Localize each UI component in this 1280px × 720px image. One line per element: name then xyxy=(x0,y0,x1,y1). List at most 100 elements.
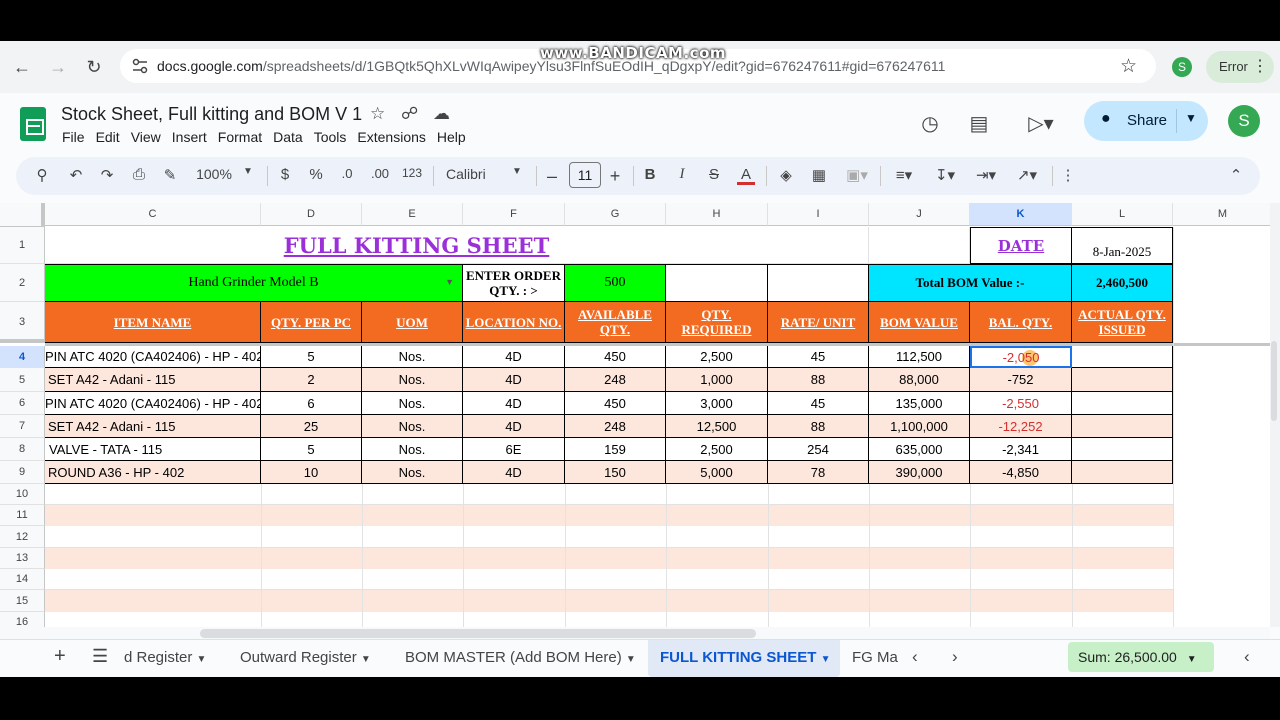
row-header[interactable]: 15 xyxy=(0,590,45,612)
qty-required-cell[interactable]: 3,000 xyxy=(666,392,768,415)
side-panel-toggle-icon[interactable]: ‹ xyxy=(1244,647,1250,667)
row-header[interactable]: 3 xyxy=(0,302,45,343)
item-name-cell[interactable]: SET A42 - Adani - 115 xyxy=(45,415,261,438)
row-header[interactable]: 7 xyxy=(0,415,45,438)
currency-format-button[interactable]: $ xyxy=(278,166,292,186)
date-value[interactable]: 8-Jan-2025 xyxy=(1072,227,1173,264)
share-caret-icon[interactable]: ▼ xyxy=(1185,111,1197,125)
cell[interactable] xyxy=(666,264,768,302)
header-bom-value[interactable]: BOM VALUE xyxy=(869,302,970,343)
search-menus-icon[interactable]: ⚲ xyxy=(32,166,52,186)
column-header[interactable]: C xyxy=(45,203,261,226)
date-label[interactable]: DATE xyxy=(970,227,1072,264)
menu-file[interactable]: File xyxy=(62,129,85,145)
available-qty-cell[interactable]: 150 xyxy=(565,461,666,484)
actual-qty-cell[interactable] xyxy=(1072,438,1173,461)
rate-cell[interactable]: 45 xyxy=(768,392,869,415)
italic-button[interactable]: I xyxy=(674,166,690,186)
bom-value-cell[interactable]: 1,100,000 xyxy=(869,415,970,438)
header-available-qty[interactable]: AVAILABLE QTY. xyxy=(565,302,666,343)
font-caret-icon[interactable]: ▼ xyxy=(510,166,524,186)
font-select[interactable]: Calibri xyxy=(446,166,496,186)
menu-tools[interactable]: Tools xyxy=(314,129,347,145)
column-header[interactable]: J xyxy=(869,203,970,226)
bal-qty-cell[interactable]: -4,850 xyxy=(970,461,1072,484)
bom-value-cell[interactable]: 112,500 xyxy=(869,346,970,368)
strikethrough-button[interactable]: S xyxy=(706,166,722,186)
zoom-caret-icon[interactable]: ▼ xyxy=(241,166,255,186)
location-cell[interactable]: 4D xyxy=(463,392,565,415)
empty-row[interactable] xyxy=(45,569,1173,590)
bookmark-star-icon[interactable]: ☆ xyxy=(1120,55,1137,78)
row-header[interactable]: 6 xyxy=(0,392,45,415)
qty-per-pc-cell[interactable]: 10 xyxy=(261,461,362,484)
scroll-tabs-left-icon[interactable]: ‹ xyxy=(912,647,918,667)
version-history-icon[interactable]: ◷ xyxy=(917,111,943,137)
tab-full-kitting-sheet[interactable]: FULL KITTING SHEET ▼ xyxy=(660,649,830,666)
row-header[interactable]: 11 xyxy=(0,505,45,526)
cell[interactable] xyxy=(768,264,869,302)
collapse-toolbar-icon[interactable]: ⌃ xyxy=(1228,166,1244,186)
row-header[interactable]: 13 xyxy=(0,548,45,569)
bal-qty-cell-selected[interactable]: -2,050 xyxy=(970,346,1072,368)
bal-qty-cell[interactable]: -752 xyxy=(970,368,1072,392)
bom-value-cell[interactable]: 635,000 xyxy=(869,438,970,461)
rate-cell[interactable]: 45 xyxy=(768,346,869,368)
text-color-button[interactable]: A xyxy=(737,166,755,185)
tab-caret-icon[interactable]: ▼ xyxy=(821,654,831,665)
uom-cell[interactable]: Nos. xyxy=(362,392,463,415)
dropdown-caret-icon[interactable]: ▼ xyxy=(445,277,454,287)
redo-icon[interactable]: ↷ xyxy=(97,166,117,186)
bal-qty-cell[interactable]: -2,341 xyxy=(970,438,1072,461)
cell[interactable] xyxy=(869,227,970,264)
header-rate-unit[interactable]: RATE/ UNIT xyxy=(768,302,869,343)
bold-button[interactable]: B xyxy=(642,166,658,186)
column-header[interactable]: E xyxy=(362,203,463,226)
all-sheets-icon[interactable]: ☰ xyxy=(92,646,108,667)
empty-row[interactable] xyxy=(45,590,1173,612)
tab-caret-icon[interactable]: ▼ xyxy=(626,654,636,665)
location-cell[interactable]: 6E xyxy=(463,438,565,461)
column-header[interactable]: H xyxy=(666,203,768,226)
location-cell[interactable]: 4D xyxy=(463,346,565,368)
row-header[interactable]: 8 xyxy=(0,438,45,461)
print-icon[interactable]: ⎙ xyxy=(129,166,149,186)
font-size-input[interactable]: 11 xyxy=(569,162,601,188)
qty-required-cell[interactable]: 12,500 xyxy=(666,415,768,438)
row-header[interactable]: 9 xyxy=(0,461,45,484)
bal-qty-cell[interactable]: -2,550 xyxy=(970,392,1072,415)
percent-format-button[interactable]: % xyxy=(308,166,324,186)
available-qty-cell[interactable]: 248 xyxy=(565,368,666,392)
browser-profile-avatar[interactable]: S xyxy=(1172,57,1192,77)
location-cell[interactable]: 4D xyxy=(463,461,565,484)
zoom-select[interactable]: 100% xyxy=(194,166,234,186)
item-name-cell[interactable]: ROUND A36 - HP - 402 xyxy=(45,461,261,484)
header-item-name[interactable]: ITEM NAME xyxy=(45,302,261,343)
rate-cell[interactable]: 78 xyxy=(768,461,869,484)
qty-per-pc-cell[interactable]: 5 xyxy=(261,438,362,461)
enter-order-label[interactable]: ENTER ORDER QTY. : > xyxy=(463,264,565,302)
row-header[interactable]: 12 xyxy=(0,526,45,548)
available-qty-cell[interactable]: 450 xyxy=(565,346,666,368)
tab-caret-icon[interactable]: ▼ xyxy=(197,654,207,665)
column-header[interactable]: L xyxy=(1072,203,1173,226)
number-format-button[interactable]: 123 xyxy=(400,166,424,186)
qty-per-pc-cell[interactable]: 2 xyxy=(261,368,362,392)
sheet-title[interactable]: FULL KITTING SHEET xyxy=(45,227,869,264)
menu-view[interactable]: View xyxy=(131,129,161,145)
actual-qty-cell[interactable] xyxy=(1072,392,1173,415)
header-uom[interactable]: UOM xyxy=(362,302,463,343)
account-avatar[interactable]: S xyxy=(1228,105,1260,137)
forward-icon[interactable]: → xyxy=(46,55,70,79)
location-cell[interactable]: 4D xyxy=(463,415,565,438)
vertical-scroll-thumb[interactable] xyxy=(1271,341,1277,421)
bal-qty-cell[interactable]: -12,252 xyxy=(970,415,1072,438)
row-header[interactable]: 2 xyxy=(0,264,45,302)
total-bom-label[interactable]: Total BOM Value :- xyxy=(869,264,1072,302)
qty-per-pc-cell[interactable]: 6 xyxy=(261,392,362,415)
increase-decimal-button[interactable]: .00 xyxy=(368,166,392,186)
rate-cell[interactable]: 254 xyxy=(768,438,869,461)
scroll-tabs-right-icon[interactable]: › xyxy=(952,647,958,667)
share-button[interactable]: ● Share ▼ xyxy=(1084,101,1208,141)
paint-format-icon[interactable]: ✎ xyxy=(160,166,180,186)
